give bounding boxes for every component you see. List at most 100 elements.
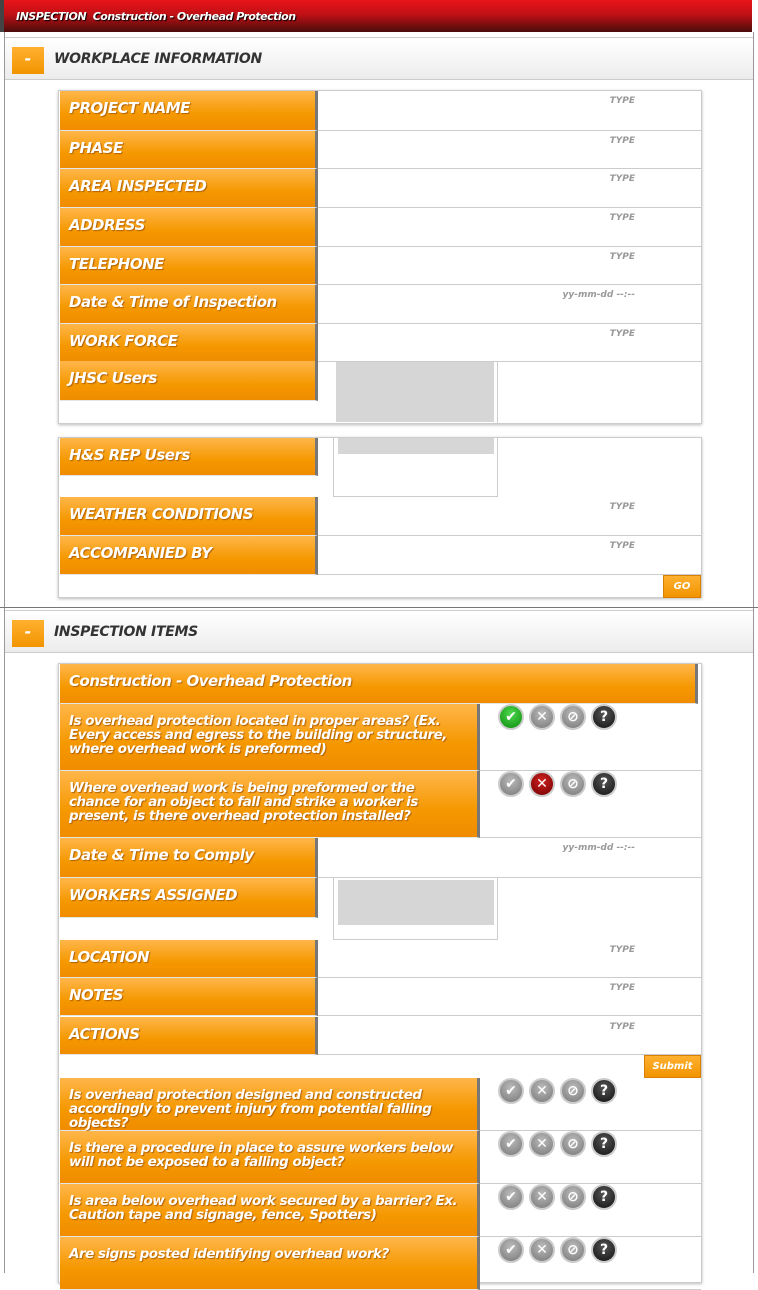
field-location-input[interactable]: TYPE (318, 940, 701, 978)
field-telephone-input[interactable]: TYPE (318, 247, 701, 285)
divider (497, 361, 498, 423)
placeholder: TYPE (609, 213, 635, 223)
placeholder: TYPE (609, 174, 635, 184)
check-icon[interactable]: ✔ (498, 1184, 524, 1210)
field-area-inspected-label: AREA INSPECTED (60, 169, 318, 208)
field-area-inspected-input[interactable]: TYPE (318, 169, 701, 208)
question-text: Is overhead protection located in proper… (60, 704, 480, 771)
answer-buttons: ✔ ✕ ⊘ ? (498, 771, 617, 797)
field-project-name-label: PROJECT NAME (60, 91, 318, 131)
jhsc-users-select[interactable] (336, 362, 494, 422)
field-date-time-of-inspection-label: Date & Time of Inspection (60, 285, 318, 324)
hs-rep-users-select[interactable] (333, 438, 498, 497)
question-text: Is overhead protection designed and cons… (60, 1078, 480, 1131)
field-actions-label: ACTIONS (60, 1017, 318, 1055)
field-phase-input[interactable]: TYPE (318, 131, 701, 169)
comply-label: Date & Time to Comply (60, 838, 318, 878)
answer-buttons: ✔ ✕ ⊘ ? (498, 1131, 617, 1157)
question-answer-row: ✔ ✕ ⊘ ? (480, 1237, 701, 1290)
placeholder: yy-mm-dd --:-- (562, 290, 635, 300)
field-work-force-input[interactable]: TYPE (318, 324, 701, 362)
placeholder: TYPE (609, 252, 635, 262)
placeholder: TYPE (609, 541, 635, 551)
x-icon[interactable]: ✕ (529, 1131, 555, 1157)
hs-rep-label: H&S REP Users (60, 438, 318, 476)
field-address-input[interactable]: TYPE (318, 208, 701, 247)
question-answer-row: ✔ ✕ ⊘ ? (480, 1078, 701, 1131)
not-applicable-icon[interactable]: ⊘ (560, 1184, 586, 1210)
field-location-label: LOCATION (60, 940, 318, 978)
question-icon[interactable]: ? (591, 704, 617, 730)
question-answer-row: ✔ ✕ ⊘ ? (480, 704, 701, 771)
field-work-force-label: WORK FORCE (60, 324, 318, 362)
jhsc-label: JHSC Users (60, 361, 318, 401)
question-icon[interactable]: ? (591, 1078, 617, 1104)
answer-buttons: ✔ ✕ ⊘ ? (498, 1184, 617, 1210)
field-address-label: ADDRESS (60, 208, 318, 247)
placeholder: TYPE (609, 96, 635, 106)
placeholder: yy-mm-dd --:-- (562, 843, 635, 853)
question-text: Is area below overhead work secured by a… (60, 1184, 480, 1237)
comply-date-input[interactable]: yy-mm-dd --:-- (318, 838, 701, 878)
field-date-time-of-inspection-input[interactable]: yy-mm-dd --:-- (318, 285, 701, 324)
not-applicable-icon[interactable]: ⊘ (560, 1237, 586, 1263)
field-project-name-input[interactable]: TYPE (318, 91, 701, 131)
placeholder: TYPE (609, 983, 635, 993)
question-icon[interactable]: ? (591, 1237, 617, 1263)
x-icon[interactable]: ✕ (529, 1078, 555, 1104)
question-answer-row: ✔ ✕ ⊘ ? (480, 1131, 701, 1184)
section-title: WORKPLACE INFORMATION (54, 51, 262, 67)
answer-buttons: ✔ ✕ ⊘ ? (498, 1237, 617, 1263)
field-weather-conditions-label: WEATHER CONDITIONS (60, 497, 318, 536)
answer-buttons: ✔ ✕ ⊘ ? (498, 704, 617, 730)
field-actions-input[interactable]: TYPE (318, 1017, 701, 1055)
collapse-workplace-button[interactable]: - (12, 47, 44, 74)
question-icon[interactable]: ? (591, 1184, 617, 1210)
question-answer-row: ✔ ✕ ⊘ ? (480, 1184, 701, 1237)
question-icon[interactable]: ? (591, 1131, 617, 1157)
field-accompanied-by-input[interactable]: TYPE (318, 536, 701, 575)
placeholder: TYPE (609, 136, 635, 146)
title-text: Construction - Overhead Protection (92, 10, 296, 23)
placeholder: TYPE (609, 1022, 635, 1032)
question-icon[interactable]: ? (591, 771, 617, 797)
check-icon[interactable]: ✔ (498, 704, 524, 730)
not-applicable-icon[interactable]: ⊘ (560, 771, 586, 797)
check-icon[interactable]: ✔ (498, 1078, 524, 1104)
submit-button[interactable]: Submit (644, 1055, 701, 1078)
field-telephone-label: TELEPHONE (60, 247, 318, 285)
x-icon[interactable]: ✕ (529, 771, 555, 797)
not-applicable-icon[interactable]: ⊘ (560, 704, 586, 730)
collapse-items-button[interactable]: - (12, 620, 44, 647)
not-applicable-icon[interactable]: ⊘ (560, 1078, 586, 1104)
check-icon[interactable]: ✔ (498, 1131, 524, 1157)
answer-buttons: ✔ ✕ ⊘ ? (498, 1078, 617, 1104)
go-button[interactable]: GO (663, 575, 701, 598)
title-bar: INSPECTION Construction - Overhead Prote… (0, 0, 752, 32)
check-icon[interactable]: ✔ (498, 771, 524, 797)
items-section-header: - INSPECTION ITEMS (5, 610, 753, 653)
question-text: Where overhead work is being preformed o… (60, 771, 480, 838)
field-accompanied-by-label: ACCOMPANIED BY (60, 536, 318, 575)
field-notes-label: NOTES (60, 978, 318, 1016)
x-icon[interactable]: ✕ (529, 1184, 555, 1210)
workplace-section-header: - WORKPLACE INFORMATION (5, 37, 753, 80)
question-answer-row: ✔ ✕ ⊘ ? (480, 771, 701, 838)
section-title: INSPECTION ITEMS (54, 624, 198, 640)
x-icon[interactable]: ✕ (529, 704, 555, 730)
field-phase-label: PHASE (60, 131, 318, 169)
not-applicable-icon[interactable]: ⊘ (560, 1131, 586, 1157)
check-icon[interactable]: ✔ (498, 1237, 524, 1263)
question-text: Is there a procedure in place to assure … (60, 1131, 480, 1184)
title-label: INSPECTION (16, 10, 87, 23)
placeholder: TYPE (609, 329, 635, 339)
workers-label: WORKERS ASSIGNED (60, 878, 318, 918)
field-weather-conditions-input[interactable]: TYPE (318, 497, 701, 536)
group-title: Construction - Overhead Protection (60, 664, 698, 704)
field-notes-input[interactable]: TYPE (318, 978, 701, 1016)
placeholder: TYPE (609, 945, 635, 955)
workers-box (333, 878, 498, 940)
placeholder: TYPE (609, 502, 635, 512)
x-icon[interactable]: ✕ (529, 1237, 555, 1263)
question-text: Are signs posted identifying overhead wo… (60, 1237, 480, 1290)
